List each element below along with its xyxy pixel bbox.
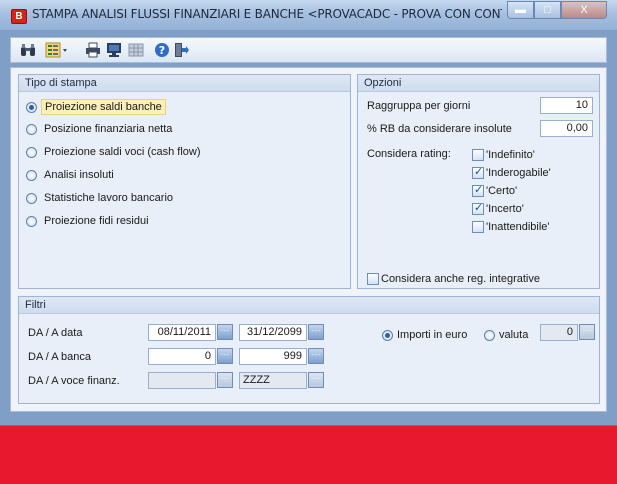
valuta-picker-button[interactable]: ··· — [579, 324, 595, 340]
checkbox-label: 'Incerto' — [486, 203, 524, 215]
voce-from-picker-button[interactable]: ··· — [217, 372, 233, 388]
banca-from-input[interactable]: 0 — [148, 348, 216, 365]
window-title: STAMPA ANALISI FLUSSI FINANZIARI E BANCH… — [32, 7, 502, 21]
radio-label: Proiezione saldi voci (cash flow) — [44, 146, 201, 158]
rating-certo[interactable]: 'Certo' — [472, 183, 517, 199]
grid-icon[interactable] — [128, 42, 144, 58]
checkbox[interactable] — [472, 149, 484, 161]
radio-label: valuta — [499, 329, 529, 341]
radio-button[interactable] — [382, 329, 393, 341]
radio-button[interactable] — [26, 192, 37, 204]
svg-text:?: ? — [159, 44, 165, 57]
minimize-button[interactable]: ▬ — [507, 1, 534, 19]
app-icon: B — [11, 9, 27, 24]
radio-proiezione-saldi-voci[interactable]: Proiezione saldi voci (cash flow) — [26, 144, 204, 160]
radio-proiezione-fidi-residui[interactable]: Proiezione fidi residui — [26, 213, 152, 229]
radio-button[interactable] — [26, 215, 37, 227]
close-button[interactable]: X — [561, 1, 607, 19]
raggruppa-label: Raggruppa per giorni — [367, 100, 471, 112]
voce-label: DA / A voce finanz. — [28, 375, 120, 387]
checkbox-label: 'Certo' — [486, 185, 518, 197]
radio-button[interactable] — [26, 169, 37, 181]
checkbox[interactable] — [472, 183, 484, 197]
binoculars-icon[interactable] — [20, 42, 36, 58]
rating-inattendibile[interactable]: 'Inattendibile' — [472, 219, 550, 235]
main-window: B STAMPA ANALISI FLUSSI FINANZIARI E BAN… — [0, 0, 617, 426]
radio-label: Proiezione fidi residui — [44, 215, 149, 227]
checkbox-label: Considera anche reg. integrative — [381, 273, 540, 285]
checkbox-label: 'Inattendibile' — [486, 221, 550, 233]
checkbox-label: 'Inderogabile' — [486, 167, 551, 179]
checkbox[interactable] — [472, 221, 484, 233]
radio-label: Statistiche lavoro bancario — [44, 192, 174, 204]
radio-button[interactable] — [26, 101, 37, 113]
radio-button[interactable] — [26, 146, 37, 158]
opzioni-header: Opzioni — [358, 75, 599, 92]
rating-incerto[interactable]: 'Incerto' — [472, 201, 524, 217]
checkbox[interactable] — [472, 165, 484, 179]
banca-label: DA / A banca — [28, 351, 91, 363]
monitor-icon[interactable] — [106, 42, 122, 58]
voce-to-picker-button[interactable]: ··· — [308, 372, 324, 388]
voce-from-input[interactable] — [148, 372, 216, 389]
radio-posizione-finanziaria-netta[interactable]: Posizione finanziaria netta — [26, 121, 175, 137]
toolbar: ? — [10, 37, 607, 63]
rating-indefinito[interactable]: 'Indefinito' — [472, 147, 535, 163]
checkbox[interactable] — [367, 273, 379, 285]
radio-label: Importi in euro — [397, 329, 468, 341]
radio-label: Posizione finanziaria netta — [44, 123, 173, 135]
filtri-header: Filtri — [19, 297, 599, 314]
layout-icon[interactable] — [45, 42, 69, 58]
rating-label: Considera rating: — [367, 148, 451, 160]
radio-importi-in-euro[interactable]: Importi in euro — [382, 327, 467, 343]
title-bar[interactable]: B STAMPA ANALISI FLUSSI FINANZIARI E BAN… — [0, 0, 617, 31]
radio-valuta[interactable]: valuta — [484, 327, 528, 343]
data-to-input[interactable]: 31/12/2099 — [239, 324, 307, 341]
raggruppa-input[interactable]: 10 — [540, 97, 593, 114]
checkbox[interactable] — [472, 201, 484, 215]
filtri-group: Filtri DA / A data 08/11/2011 ··· 31/12/… — [18, 296, 600, 404]
content-panel: Tipo di stampa Proiezione saldi banche P… — [10, 67, 607, 412]
data-from-input[interactable]: 08/11/2011 — [148, 324, 216, 341]
rb-label: % RB da considerare insolute — [367, 123, 512, 135]
radio-button[interactable] — [26, 123, 37, 135]
data-to-picker-button[interactable]: ··· — [308, 324, 324, 340]
banca-from-picker-button[interactable]: ··· — [217, 348, 233, 364]
radio-statistiche-lavoro-bancario[interactable]: Statistiche lavoro bancario — [26, 190, 176, 206]
valuta-input[interactable]: 0 — [540, 324, 578, 341]
tipo-di-stampa-header: Tipo di stampa — [19, 75, 350, 92]
opzioni-group: Opzioni Raggruppa per giorni 10 % RB da … — [357, 74, 600, 289]
rb-input[interactable]: 0,00 — [540, 120, 593, 137]
radio-label: Proiezione saldi banche — [41, 99, 166, 115]
data-label: DA / A data — [28, 327, 83, 339]
rating-inderogabile[interactable]: 'Inderogabile' — [472, 165, 551, 181]
tipo-di-stampa-group: Tipo di stampa Proiezione saldi banche P… — [18, 74, 351, 289]
banca-to-input[interactable]: 999 — [239, 348, 307, 365]
banca-to-picker-button[interactable]: ··· — [308, 348, 324, 364]
radio-label: Analisi insoluti — [44, 169, 114, 181]
maximize-button[interactable]: □ — [534, 1, 561, 19]
radio-proiezione-saldi-banche[interactable]: Proiezione saldi banche — [26, 99, 166, 115]
data-from-picker-button[interactable]: ··· — [217, 324, 233, 340]
considera-integrative-checkbox[interactable]: Considera anche reg. integrative — [367, 271, 540, 287]
printer-icon[interactable] — [85, 42, 101, 58]
help-icon[interactable]: ? — [154, 42, 170, 58]
checkbox-label: 'Indefinito' — [486, 149, 535, 161]
radio-button[interactable] — [484, 329, 495, 341]
radio-analisi-insoluti[interactable]: Analisi insoluti — [26, 167, 117, 183]
voce-to-input[interactable]: ZZZZ — [239, 372, 307, 389]
exit-icon[interactable] — [173, 42, 189, 58]
